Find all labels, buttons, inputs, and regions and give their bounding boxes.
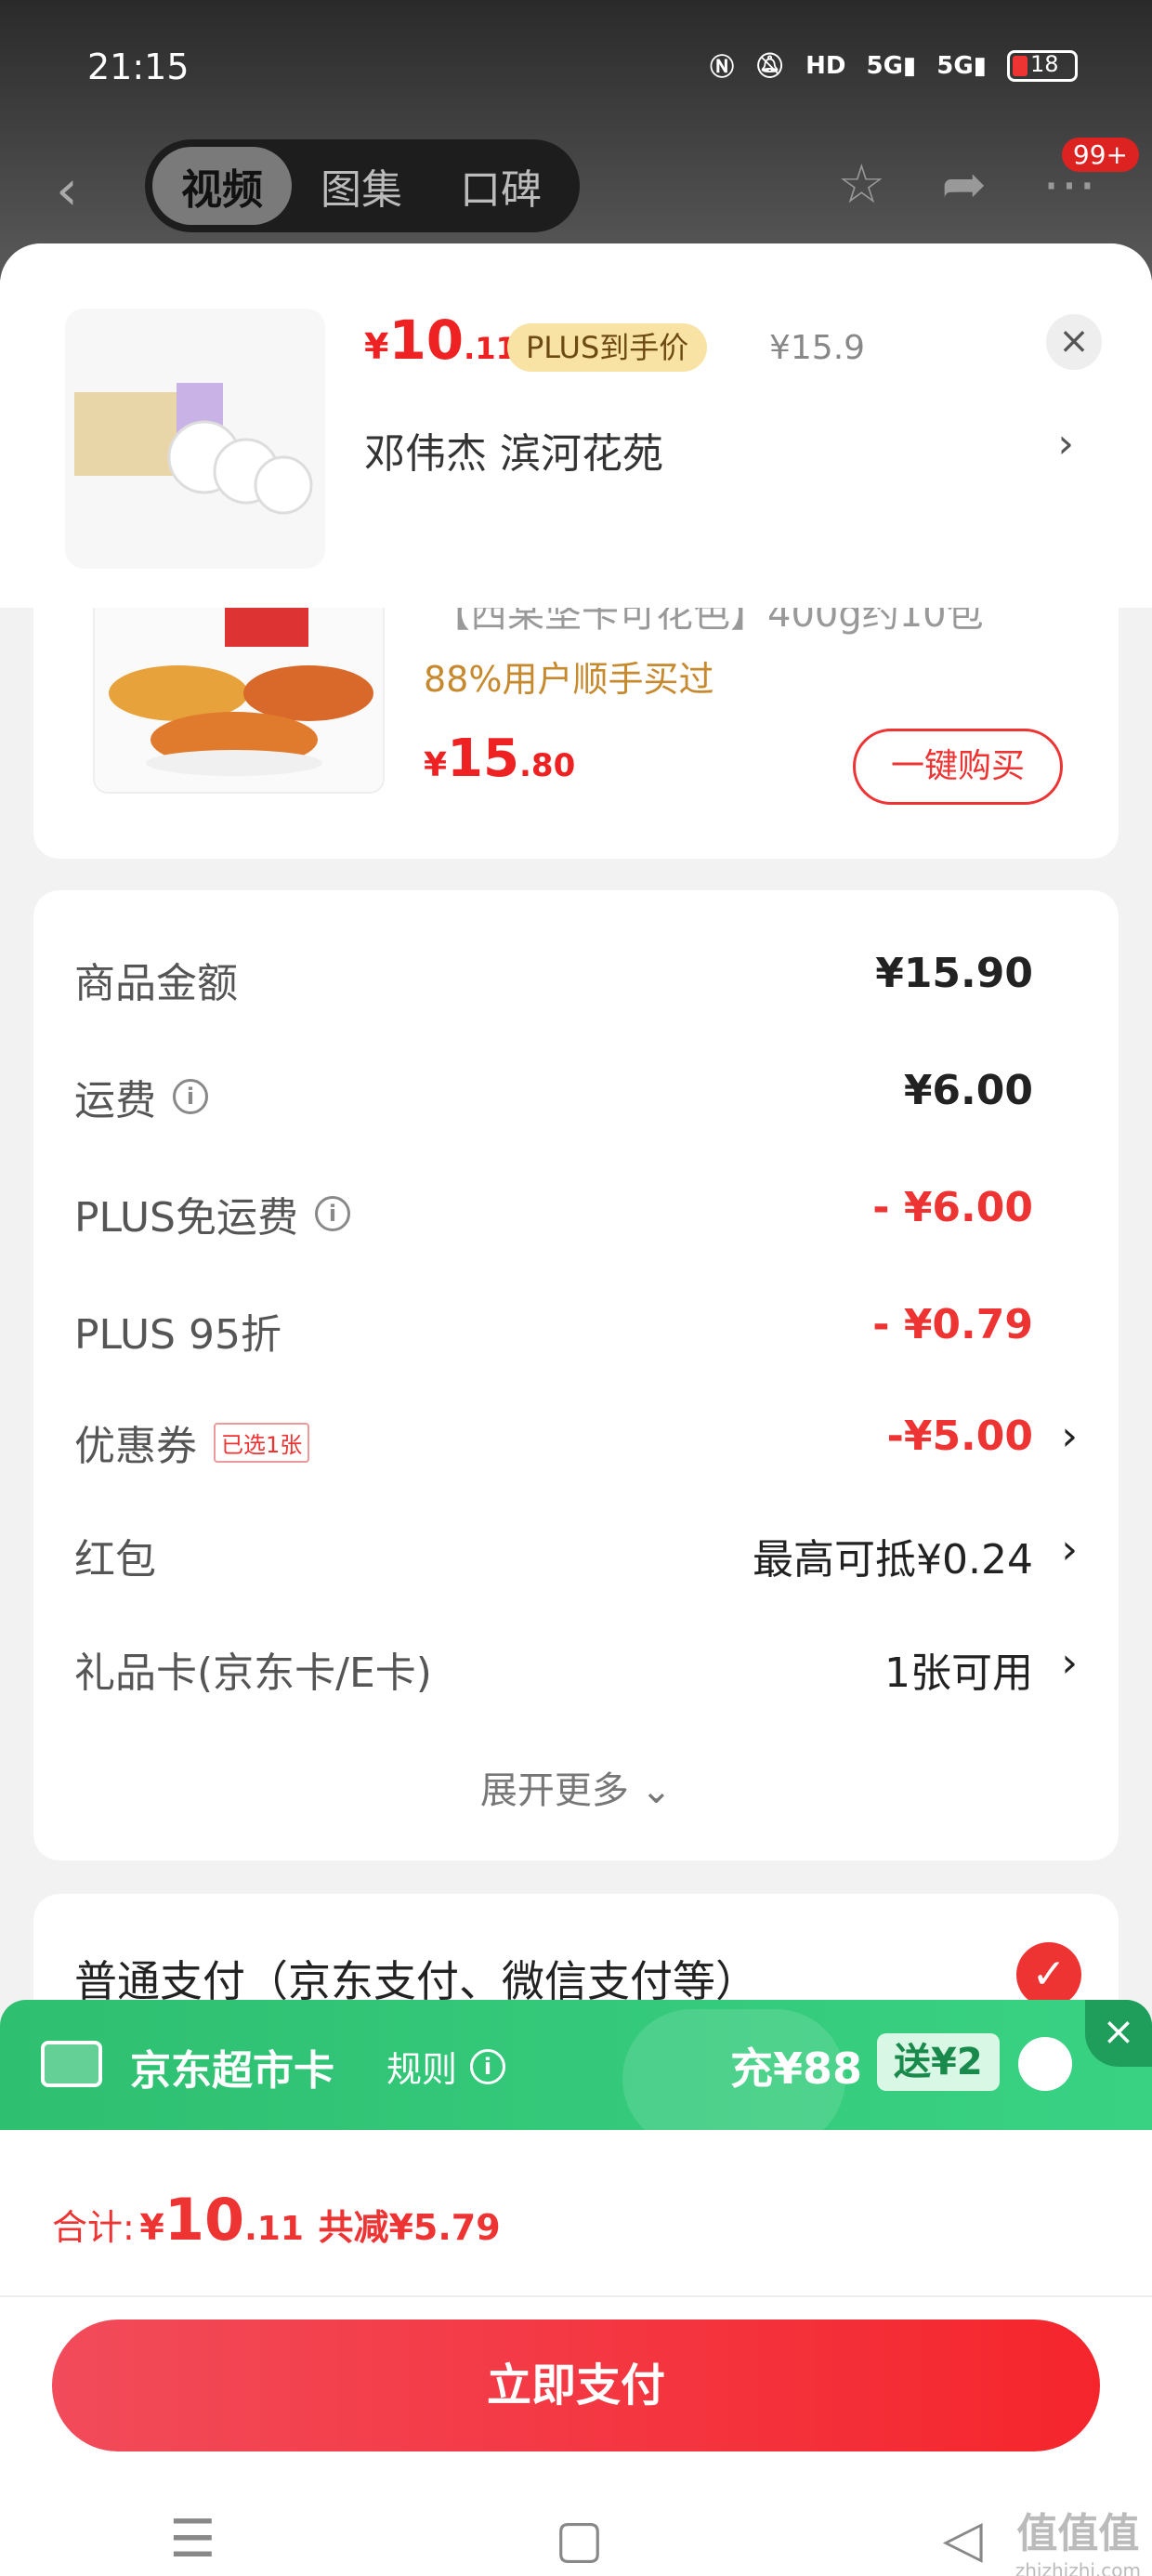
- watermark-sub: zhizhizhi.com: [1015, 2559, 1141, 2576]
- share-icon[interactable]: ➦: [941, 152, 987, 216]
- row-item-amount: 商品金额 ¥15.90: [74, 950, 1078, 1015]
- mute-icon: 🔕︎: [754, 51, 786, 80]
- row-label: PLUS 95折: [74, 1311, 281, 1359]
- chevron-right-icon[interactable]: ›: [1057, 420, 1074, 467]
- tab-video[interactable]: 视频: [152, 147, 292, 225]
- battery-icon: 18: [1007, 49, 1078, 82]
- message-badge: 99+: [1061, 138, 1139, 172]
- chevron-down-icon: ⌄: [640, 1769, 673, 1812]
- chevron-right-icon[interactable]: ›: [1061, 1639, 1078, 1687]
- close-icon[interactable]: ×: [1085, 2000, 1152, 2067]
- expand-more-button[interactable]: 展开更多 ⌄: [33, 1760, 1119, 1814]
- 5g-signal-icon-2: 5G▮: [936, 51, 987, 80]
- close-icon[interactable]: ×: [1046, 314, 1102, 370]
- promo-charge: 充¥88: [730, 2044, 863, 2094]
- row-value: 最高可抵¥0.24: [753, 1536, 1033, 1584]
- card-icon: [41, 2041, 102, 2087]
- 5g-signal-icon: 5G▮: [866, 51, 917, 80]
- row-label: 运费: [74, 1077, 156, 1124]
- star-icon[interactable]: ☆: [837, 152, 885, 216]
- row-gift-card[interactable]: 礼品卡(京东卡/E卡) 1张可用 ›: [74, 1639, 1078, 1704]
- divider: [0, 2295, 1152, 2297]
- nfc-icon: Ⓝ: [710, 54, 735, 82]
- info-icon[interactable]: i: [315, 1196, 350, 1231]
- row-label: 礼品卡(京东卡/E卡): [74, 1649, 432, 1697]
- row-label: 优惠券: [74, 1423, 197, 1470]
- plus-price-tag: PLUS到手价: [507, 323, 708, 372]
- media-tab-switch: 视频 图集 口碑: [145, 139, 580, 232]
- row-value: - ¥6.00: [872, 1184, 1033, 1231]
- product-image: [65, 309, 325, 569]
- row-label: 红包: [74, 1536, 156, 1584]
- watermark: 值值值 zhizhizhi.com: [1015, 2500, 1141, 2576]
- promo-radio[interactable]: [1018, 2037, 1072, 2091]
- chevron-right-icon[interactable]: ›: [1061, 1526, 1078, 1573]
- row-value: ¥15.90: [875, 950, 1033, 997]
- row-shipping: 运费 i ¥6.00: [74, 1067, 1078, 1132]
- current-price: ¥10.11: [364, 309, 517, 372]
- row-plus-free-shipping: PLUS免运费 i - ¥6.00: [74, 1184, 1078, 1249]
- chevron-right-icon[interactable]: ›: [1061, 1413, 1078, 1460]
- row-plus-discount: PLUS 95折 - ¥0.79: [74, 1301, 1078, 1366]
- back-arrow-icon[interactable]: ‹: [56, 158, 78, 223]
- row-value: 1张可用: [884, 1649, 1033, 1697]
- tab-gallery[interactable]: 图集: [292, 147, 431, 225]
- home-icon[interactable]: ▢: [555, 2509, 604, 2569]
- pay-now-button[interactable]: 立即支付: [52, 2320, 1100, 2451]
- menu-icon[interactable]: ☰: [169, 2509, 216, 2569]
- coupon-selected-tag: 已选1张: [214, 1422, 310, 1463]
- recommend-product-image: [93, 608, 385, 794]
- watermark-main: 值值值: [1016, 2510, 1140, 2557]
- system-nav-bar: ☰ ▢ ◁: [0, 2502, 1152, 2576]
- top-nav: ‹ 视频 图集 口碑 ☆ ➦ ⋯ 99+: [0, 138, 1152, 232]
- row-value: -¥5.00: [886, 1413, 1033, 1460]
- supermarket-card-promo: 京东超市卡 规则 i 充¥88 送¥2 ×: [0, 2000, 1152, 2130]
- status-time: 21:15: [87, 46, 190, 87]
- row-coupon[interactable]: 优惠券 已选1张 -¥5.00 ›: [74, 1413, 1078, 1478]
- row-label: 商品金额: [74, 960, 238, 1007]
- delivery-address[interactable]: 邓伟杰 滨河花苑: [364, 420, 663, 480]
- row-label: PLUS免运费: [74, 1194, 298, 1242]
- total-saved: 共减¥5.79: [318, 2207, 501, 2248]
- checkout-sheet: ¥10.11 PLUS到手价 ¥15.9 × 邓伟杰 滨河花苑 › 【西某坚卡可…: [0, 243, 1152, 2576]
- row-value: ¥6.00: [903, 1067, 1033, 1114]
- recommend-title: 【西某坚卡可花色】400g约10包: [433, 608, 984, 636]
- buyers-rate: 88%用户顺手买过: [424, 659, 714, 700]
- back-icon[interactable]: ◁: [943, 2509, 983, 2569]
- row-red-packet[interactable]: 红包 最高可抵¥0.24 ›: [74, 1526, 1078, 1591]
- promo-rule-label: 规则: [386, 2049, 458, 2090]
- total-amount: 合计: ¥10.11 共减¥5.79: [52, 2186, 501, 2254]
- promo-gift-badge: 送¥2: [877, 2033, 1000, 2091]
- check-icon[interactable]: ✓: [1016, 1942, 1081, 2007]
- promo-title: 京东超市卡: [130, 2047, 334, 2095]
- original-price: ¥15.9: [769, 329, 866, 367]
- product-header: ¥10.11 PLUS到手价 ¥15.9 × 邓伟杰 滨河花苑 ›: [0, 243, 1152, 608]
- hd-icon: HD: [805, 51, 846, 80]
- row-value: - ¥0.79: [872, 1301, 1033, 1348]
- info-icon[interactable]: i: [173, 1079, 208, 1114]
- promo-rule-link[interactable]: 规则 i: [386, 2041, 506, 2092]
- total-label: 合计:: [52, 2207, 135, 2248]
- tab-reviews[interactable]: 口碑: [431, 147, 570, 225]
- expand-label: 展开更多: [479, 1769, 629, 1812]
- status-bar: 21:15 Ⓝ 🔕︎ HD 5G▮ 5G▮ 18: [0, 0, 1152, 130]
- info-icon[interactable]: i: [470, 2048, 506, 2084]
- one-click-buy-button[interactable]: 一键购买: [853, 729, 1063, 805]
- recommend-price: ¥15.80: [424, 729, 576, 789]
- recommend-card: 【西某坚卡可花色】400g约10包 88%用户顺手买过 ¥15.80 一键购买: [33, 608, 1119, 859]
- battery-level: 18: [1030, 50, 1059, 77]
- status-icons: Ⓝ 🔕︎ HD 5G▮ 5G▮ 18: [710, 48, 1078, 83]
- order-summary: 商品金额 ¥15.90 运费 i ¥6.00 PLUS免运费 i - ¥6.00 P…: [33, 890, 1119, 1860]
- nav-actions: ☆ ➦ ⋯: [837, 152, 1096, 216]
